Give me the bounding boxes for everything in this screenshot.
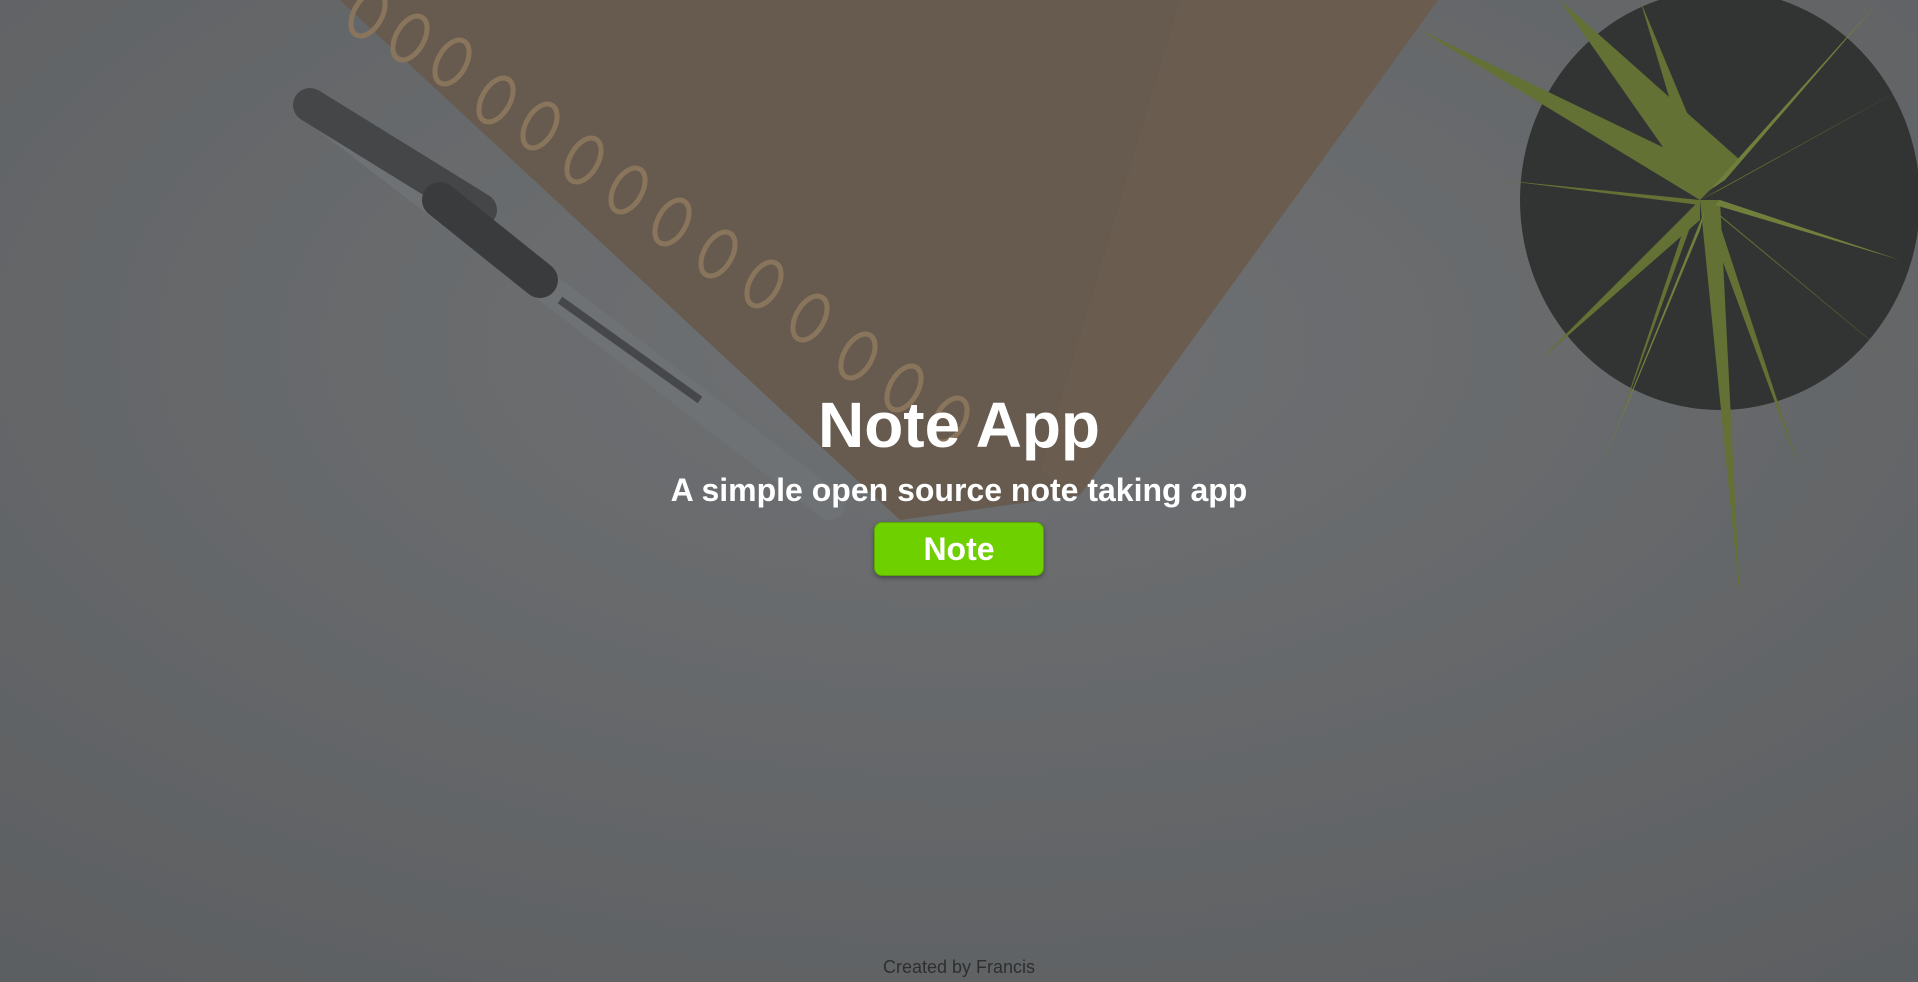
page-title: Note App (817, 389, 1101, 461)
footer-credit: Created by Francis (882, 957, 1036, 977)
hero-section: Note App A simple open source note takin… (0, 380, 1918, 576)
page-subtitle: A simple open source note taking app (670, 472, 1248, 508)
note-button[interactable]: Note (874, 522, 1044, 576)
